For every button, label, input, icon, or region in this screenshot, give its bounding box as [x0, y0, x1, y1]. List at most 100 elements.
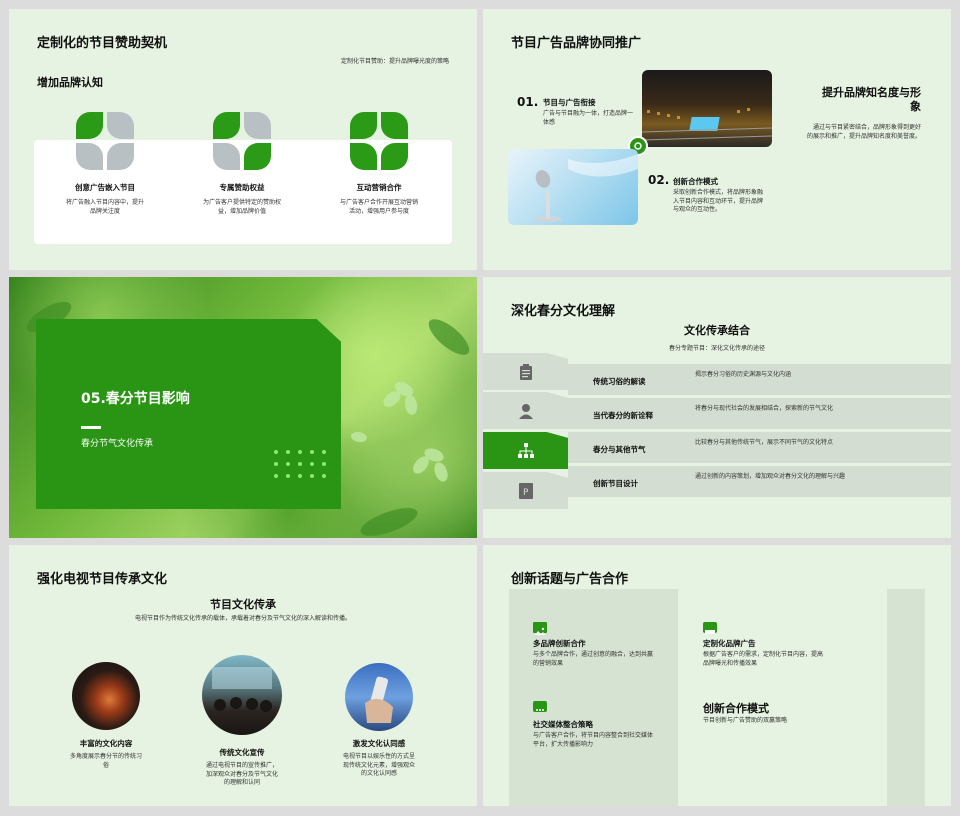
item-block: 节目与广告衔接 广告与节目融为一体，打造品牌一 体感	[543, 97, 638, 127]
clover-icon	[350, 112, 408, 170]
svg-text:P: P	[523, 488, 529, 498]
feature-item: 创意广告嵌入节目 将广告融入节目内容中，提升 品牌关注度	[50, 182, 160, 216]
clover-icon	[76, 112, 134, 170]
user-icon	[518, 403, 533, 419]
item-desc: 的营销效果	[533, 659, 564, 667]
slide-cultural-understanding[interactable]: 深化春分文化理解 文化传承结合 春分专题节目：深化文化传承的途径 传统习俗的解读…	[483, 277, 951, 538]
topic-item: 社交媒体整合策略 与广告客户合作，将节目内容整合到社交媒体 平台，扩大传播影响力	[533, 719, 663, 749]
item-title: 节目与广告衔接	[543, 98, 596, 107]
slide-title: 创新话题与广告合作	[511, 572, 629, 587]
feature-item: 互动营销合作 与广告客户合作开展互动营销 活动，增强用户参与度	[324, 182, 434, 216]
feature-desc: 益，增加品牌价值	[217, 207, 266, 215]
slide-subtitle: 定制化节目赞助：提升品牌曝光度的策略	[340, 58, 449, 65]
feature-desc: 品牌关注度	[89, 207, 120, 215]
item-desc: 品牌曝光和传播效果	[703, 659, 758, 667]
culture-item: 丰富的文化内容 多角度展示春分节的传统习 俗	[46, 738, 166, 770]
right-title: 提升品牌知名度与形 象	[822, 86, 921, 115]
feature-desc: 活动，增强用户参与度	[348, 207, 409, 215]
microphone-image	[508, 149, 638, 225]
document-p-icon: P	[518, 482, 533, 499]
right-desc-line: 通过与节目紧密结合，品牌形象得到更好	[812, 124, 921, 131]
title-underline	[81, 426, 101, 429]
item-title: 社交媒体整合策略	[533, 720, 593, 729]
side-column	[887, 589, 925, 806]
feature-title: 互动营销合作	[356, 183, 402, 192]
item-title: 定制化品牌广告	[703, 639, 756, 648]
item-title: 多品牌创新合作	[533, 639, 586, 648]
item-desc: 根据广告客户的需求，定制化节目内容，提高	[703, 651, 824, 658]
item-desc: 平台，扩大传播影响力	[533, 740, 594, 748]
section-sub: 电视节目作为传统文化传承的载体，承载着对春分及节气文化的深入解读和传播。	[134, 615, 351, 622]
item-title: 创新合作模式	[673, 177, 718, 186]
section-sub: 春分专题节目：深化文化传承的途径	[668, 345, 765, 352]
chat-icon	[533, 701, 547, 712]
slide-section-divider[interactable]: 05.春分节目影响 春分节气文化传承	[9, 277, 477, 538]
section-title: 05.春分节目影响	[81, 391, 190, 407]
right-title-line: 提升品牌知名度与形	[822, 86, 921, 99]
slide-tv-culture[interactable]: 强化电视节目传承文化 节目文化传承 电视节目作为传统文化传承的载体，承载着对春分…	[9, 545, 477, 806]
dot-grid-decoration	[274, 450, 326, 478]
slide-title: 定制化的节目赞助契机	[37, 36, 168, 51]
item-desc: 的文化认同感	[360, 770, 397, 778]
item-block: 创新合作模式 采取创新合作模式，将品牌形象融 入节目内容和互动环节，提升品牌 与…	[673, 176, 773, 215]
slide-title: 强化电视节目传承文化	[37, 572, 168, 587]
slide-title: 深化春分文化理解	[511, 304, 616, 319]
item-title: 传统文化宣传	[219, 748, 265, 757]
item-desc: 通过电视节目的宣传推广，	[205, 762, 278, 769]
clover-icon	[213, 112, 271, 170]
section-subtitle: 春分节气文化传承	[81, 439, 154, 449]
right-sub: 节目创新与广告赞助的双赢策略	[703, 717, 788, 724]
lens-image	[72, 662, 140, 730]
item-desc: 多角度展示春分节的传统习	[69, 753, 142, 760]
item-desc: 广告与节目融为一体，打造品牌一	[543, 110, 634, 117]
row-desc: 比较春分与其他传统节气，展示不同节气的文化特点	[695, 439, 834, 446]
slide-innovation-topics[interactable]: 创新话题与广告合作 多品牌创新合作 与多个品牌合作，通过创意的融合，达到共赢 的…	[483, 545, 951, 806]
item-title: 丰富的文化内容	[79, 739, 133, 748]
slide-custom-sponsorship[interactable]: 定制化的节目赞助契机 定制化节目赞助：提升品牌曝光度的策略 增加品牌认知 创意广…	[9, 9, 477, 270]
topic-item: 定制化品牌广告 根据广告客户的需求，定制化节目内容，提高 品牌曝光和传播效果	[703, 638, 838, 668]
section-heading: 节目文化传承	[210, 598, 276, 611]
section-panel	[36, 319, 341, 509]
row-icon-tab-active[interactable]	[483, 432, 568, 469]
feature-desc: 将广告融入节目内容中，提升	[65, 199, 144, 206]
section-title: 增加品牌认知	[37, 76, 103, 89]
culture-item: 传统文化宣传 通过电视节目的宣传推广， 加深观众对春分及节气文化 的理解和认同	[182, 747, 302, 788]
feature-desc: 与广告客户合作开展互动营销	[339, 199, 418, 206]
right-desc-line: 的展示和推广，提升品牌知名度和美誉度。	[806, 132, 921, 140]
item-desc: 与多个品牌合作，通过创意的融合，达到共赢	[533, 651, 654, 658]
row-desc: 将春分与现代社会的发展相结合，探索新的节气文化	[695, 405, 834, 412]
remote-control-image	[345, 663, 413, 731]
row-desc: 揭示春分习俗的历史渊源与文化内涵	[695, 371, 792, 378]
item-desc: 电视节目以娱乐性的方式呈	[342, 753, 415, 760]
culture-item: 激发文化认同感 电视节目以娱乐性的方式呈 现传统文化元素，增强观众 的文化认同感	[319, 738, 439, 779]
image-icon	[533, 622, 547, 635]
clipboard-icon	[519, 363, 532, 380]
topic-item: 多品牌创新合作 与多个品牌合作，通过创意的融合，达到共赢 的营销效果	[533, 638, 663, 668]
row-icon-tab[interactable]	[483, 392, 568, 429]
row-icon-tab[interactable]: P	[483, 472, 568, 509]
slide-brand-promotion[interactable]: 节目广告品牌协同推广 01. 节目与广告衔接 广告与节目融为一体，打造品牌一 体…	[483, 9, 951, 270]
audience-image	[202, 655, 282, 735]
item-desc: 体感	[543, 118, 556, 126]
mixing-console-image	[642, 70, 772, 147]
item-desc: 与观众的互动性。	[673, 206, 722, 214]
slide-title: 节目广告品牌协同推广	[511, 36, 642, 51]
item-desc: 俗	[102, 761, 109, 769]
feature-item: 专属赞助权益 为广告客户提供特定的赞助权 益，增加品牌价值	[187, 182, 297, 216]
row-label: 春分与其他节气	[593, 445, 646, 454]
row-icon-tab[interactable]	[483, 353, 568, 390]
right-title-line: 象	[910, 100, 921, 114]
row-label: 创新节目设计	[593, 479, 638, 488]
row-desc: 通过创新的内容策划，增加观众对春分文化的理解与兴趣	[695, 473, 846, 480]
item-number: 02.	[648, 173, 670, 187]
feature-title: 创意广告嵌入节目	[75, 183, 135, 192]
item-desc: 与广告客户合作，将节目内容整合到社交媒体	[533, 732, 654, 739]
hierarchy-icon	[517, 442, 534, 458]
right-desc: 通过与节目紧密结合，品牌形象得到更好 的展示和推广，提升品牌知名度和美誉度。	[807, 124, 921, 141]
item-number: 01.	[517, 95, 539, 109]
right-title: 创新合作模式	[703, 702, 769, 715]
feature-desc: 为广告客户提供特定的赞助权	[202, 199, 281, 206]
item-title: 激发文化认同感	[352, 739, 406, 748]
feature-title: 专属赞助权益	[219, 183, 265, 192]
section-heading: 文化传承结合	[684, 324, 750, 337]
